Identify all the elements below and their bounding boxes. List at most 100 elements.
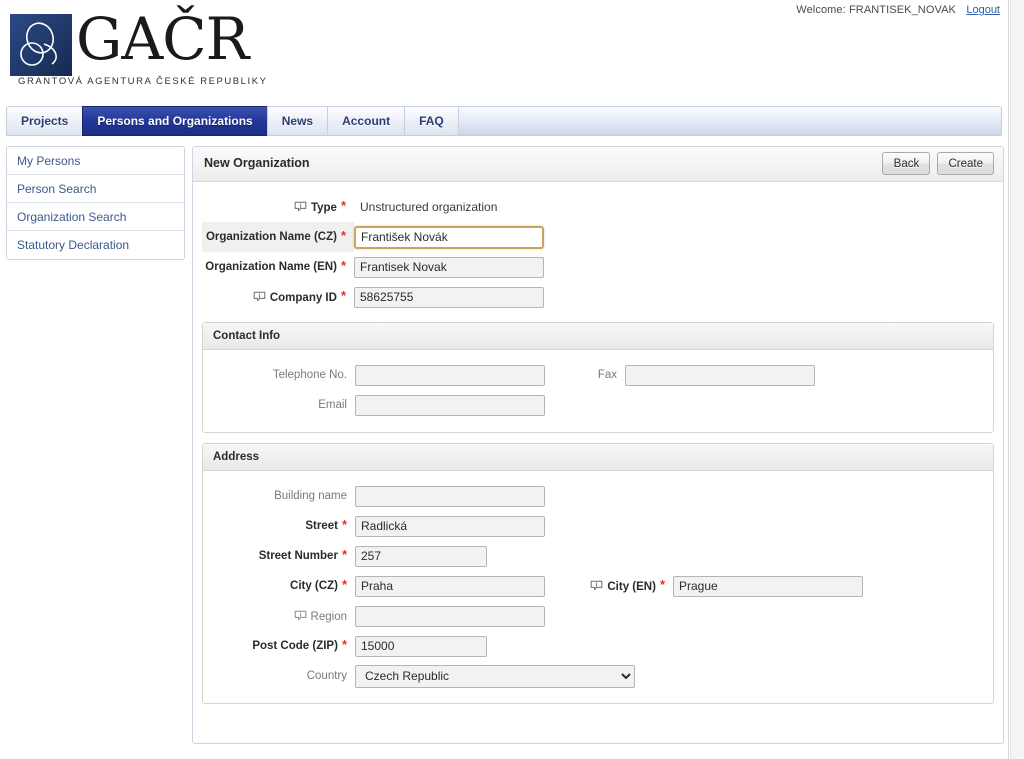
sidebar-item-organization-search[interactable]: Organization Search — [7, 203, 184, 231]
label-region-text: Region — [310, 610, 347, 623]
sidebar-item-person-search[interactable]: Person Search — [7, 175, 184, 203]
label-cell-city-cz: City (CZ) * — [203, 571, 355, 601]
org-name-cz-input[interactable] — [354, 225, 544, 249]
label-company-id: Company ID * — [253, 287, 346, 304]
page-frame: Welcome: FRANTISEK_NOVAK Logout GAČR GRA… — [0, 0, 1009, 759]
required-marker: * — [340, 228, 346, 243]
content-body: Type * Unstructured organization Organiza… — [193, 182, 1003, 704]
field-row-building-name: Building name — [203, 481, 993, 511]
label-fax: Fax — [597, 369, 617, 381]
page-outer-margin — [1010, 0, 1024, 759]
tab-persons-and-organizations[interactable]: Persons and Organizations — [82, 106, 267, 136]
label-city-cz-text: City (CZ) — [290, 580, 338, 592]
sidebar-item-statutory-declaration[interactable]: Statutory Declaration — [7, 231, 184, 259]
label-company-id-text: Company ID — [269, 291, 337, 304]
label-type-text: Type — [310, 201, 337, 214]
content-panel: New Organization Back Create Type * Unst… — [192, 146, 1004, 744]
field-row-region: Region — [203, 601, 993, 631]
label-telephone: Telephone No. — [272, 369, 347, 381]
field-row-post-code: Post Code (ZIP) * — [203, 631, 993, 661]
field-row-city: City (CZ)* City (EN)* — [203, 571, 993, 601]
label-cell-email: Email — [203, 390, 355, 420]
label-post-code-text: Post Code (ZIP) — [252, 640, 338, 652]
address-panel: Address Building name Street * Radlická … — [202, 443, 994, 704]
label-type: Type * — [294, 199, 346, 214]
site-logo[interactable]: GAČR GRANTOVÁ AGENTURA ČESKÉ REPUBLIKY — [8, 8, 278, 92]
tab-account[interactable]: Account — [327, 106, 405, 136]
tab-faq[interactable]: FAQ — [404, 106, 458, 136]
sidebar-item-my-persons[interactable]: My Persons — [7, 147, 184, 175]
label-street-number: Street Number * — [258, 547, 347, 562]
logo-acronym: GAČR — [76, 5, 249, 73]
tab-bar-filler — [457, 106, 1002, 136]
telephone-input[interactable] — [355, 364, 545, 386]
required-marker: * — [341, 547, 347, 562]
field-row-type: Type * Unstructured organization — [202, 192, 994, 222]
contact-info-body: Telephone No. Fax Email — [203, 350, 993, 432]
gacr-emblem-icon — [10, 14, 72, 76]
country-select[interactable]: Czech Republic — [355, 664, 635, 688]
email-input[interactable] — [355, 394, 545, 416]
label-cell-street: Street * — [203, 511, 355, 541]
required-marker: * — [341, 517, 347, 532]
logo-subtitle: GRANTOVÁ AGENTURA ČESKÉ REPUBLIKY — [18, 76, 268, 87]
label-cell-fax: Fax — [565, 360, 625, 390]
create-button[interactable]: Create — [937, 152, 994, 175]
label-region: Region — [294, 610, 347, 623]
label-cell-org-name-en: Organization Name (EN) * — [202, 252, 354, 282]
info-icon[interactable] — [294, 610, 307, 621]
address-body: Building name Street* Street Number* — [203, 471, 993, 703]
post-code-input[interactable] — [355, 635, 487, 657]
field-row-company-id: Company ID * — [202, 282, 994, 312]
tab-news[interactable]: News — [266, 106, 328, 136]
required-marker: * — [341, 577, 347, 592]
fax-input[interactable] — [625, 364, 815, 386]
field-row-org-name-en: Organization Name (EN) * — [202, 252, 994, 282]
building-name-input[interactable] — [355, 485, 545, 507]
content-header: New Organization Back Create — [193, 147, 1003, 182]
tab-projects[interactable]: Projects — [6, 106, 83, 136]
label-org-name-en-text: Organization Name (EN) — [205, 261, 337, 273]
label-cell-post-code: Post Code (ZIP) * — [203, 631, 355, 661]
label-email: Email — [318, 399, 347, 411]
contact-info-panel: Contact Info Telephone No. Fax Email — [202, 322, 994, 433]
required-marker: * — [340, 258, 346, 273]
field-row-street-number: Street Number * — [203, 541, 993, 571]
main-navigation: Projects Persons and Organizations News … — [6, 106, 1002, 136]
label-cell-telephone: Telephone No. — [203, 360, 355, 390]
label-street-text: Street — [305, 520, 338, 532]
street-input[interactable] — [355, 515, 545, 537]
info-icon[interactable] — [590, 580, 603, 591]
city-cz-input[interactable] — [355, 575, 545, 597]
label-cell-street-number: Street Number * — [203, 541, 355, 571]
label-cell-city-en: City (EN) * — [545, 571, 673, 601]
label-cell-type: Type * — [202, 192, 354, 222]
label-city-cz: City (CZ) * — [290, 577, 347, 592]
contact-info-title: Contact Info — [203, 323, 993, 350]
field-row-telephone-fax: Telephone No. Fax — [203, 360, 993, 390]
required-marker: * — [340, 287, 346, 303]
label-org-name-en: Organization Name (EN) * — [205, 258, 346, 273]
label-street-number-text: Street Number — [258, 550, 338, 562]
label-street: Street * — [305, 517, 347, 532]
label-country: Country — [306, 670, 347, 682]
info-icon[interactable] — [294, 201, 307, 212]
label-org-name-cz: Organization Name (CZ) * — [205, 228, 346, 243]
label-org-name-cz-text: Organization Name (CZ) — [205, 231, 337, 243]
region-input[interactable] — [355, 605, 545, 627]
label-building-name: Building name — [274, 490, 347, 502]
header-actions: Back Create — [882, 152, 994, 175]
label-cell-org-name-cz: Organization Name (CZ) * — [202, 222, 354, 252]
label-cell-region: Region — [203, 601, 355, 631]
back-button[interactable]: Back — [882, 152, 931, 175]
label-post-code: Post Code (ZIP) * — [252, 638, 347, 652]
street-number-input[interactable] — [355, 545, 487, 567]
logout-link[interactable]: Logout — [966, 4, 1000, 16]
city-en-input[interactable] — [673, 575, 863, 597]
org-name-en-input[interactable] — [354, 256, 544, 278]
company-id-input[interactable] — [354, 286, 544, 308]
address-title: Address — [203, 444, 993, 471]
label-city-en-text: City (EN) — [607, 580, 656, 593]
page-title: New Organization — [204, 156, 310, 170]
info-icon[interactable] — [253, 291, 266, 302]
